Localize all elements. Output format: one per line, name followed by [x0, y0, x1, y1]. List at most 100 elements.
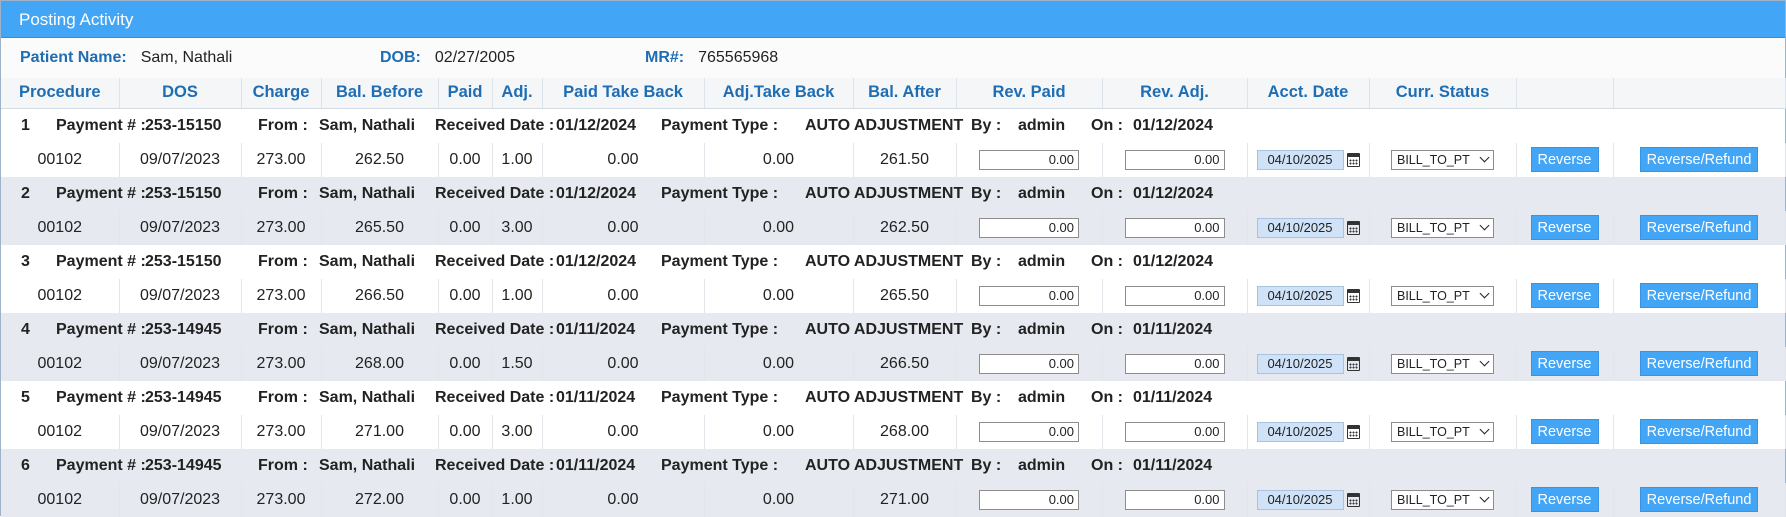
- status-select[interactable]: BILL_TO_PT: [1391, 217, 1494, 238]
- reverse-button[interactable]: Reverse: [1530, 351, 1599, 376]
- posting-table: Procedure DOS Charge Bal. Before Paid Ad…: [1, 78, 1786, 517]
- payment-type-value: AUTO ADJUSTMENT: [805, 456, 964, 474]
- calendar-icon[interactable]: [1346, 220, 1360, 235]
- payment-number: 253-15150: [145, 184, 222, 202]
- reverse-cell: Reverse: [1516, 414, 1614, 449]
- reverse-refund-button[interactable]: Reverse/Refund: [1640, 215, 1758, 240]
- status-select[interactable]: BILL_TO_PT: [1391, 285, 1494, 306]
- rev-paid-input[interactable]: [979, 489, 1079, 510]
- payment-type-value: AUTO ADJUSTMENT: [805, 388, 964, 406]
- acct-date-input[interactable]: [1256, 217, 1344, 238]
- reverse-refund-button[interactable]: Reverse/Refund: [1640, 351, 1758, 376]
- adj-take-back-cell: 0.00: [704, 414, 854, 449]
- acct-date-input[interactable]: [1256, 353, 1344, 374]
- from-value: Sam, Nathali: [319, 456, 416, 474]
- status-select[interactable]: BILL_TO_PT: [1391, 149, 1494, 170]
- reverse-button[interactable]: Reverse: [1530, 283, 1599, 308]
- reverse-button[interactable]: Reverse: [1530, 215, 1599, 240]
- received-date-label: Received Date :: [435, 320, 555, 338]
- dob-value: 02/27/2005: [434, 49, 515, 66]
- calendar-icon[interactable]: [1346, 492, 1360, 507]
- reverse-refund-button[interactable]: Reverse/Refund: [1640, 147, 1758, 172]
- mr-label: MR#:: [645, 49, 685, 66]
- payment-label: Payment # :: [56, 320, 146, 338]
- bal-before-cell: 272.00: [321, 482, 439, 517]
- acct-date-input[interactable]: [1256, 489, 1344, 510]
- paid-cell: 0.00: [438, 482, 493, 517]
- by-value: admin: [1018, 388, 1066, 406]
- received-date-value: 01/12/2024: [556, 116, 637, 134]
- col-procedure: Procedure: [1, 78, 120, 109]
- received-date-value: 01/11/2024: [556, 456, 636, 474]
- patient-name-label: Patient Name:: [20, 49, 127, 66]
- status-select[interactable]: BILL_TO_PT: [1391, 421, 1494, 442]
- received-date-value: 01/12/2024: [556, 184, 637, 202]
- rev-adj-input[interactable]: [1124, 217, 1225, 238]
- patient-info-bar: Patient Name: Sam, Nathali DOB: 02/27/20…: [1, 38, 1785, 78]
- rev-paid-cell: [956, 142, 1103, 177]
- status-cell: BILL_TO_PT: [1369, 210, 1517, 245]
- rev-adj-input[interactable]: [1124, 285, 1225, 306]
- dos-cell: 09/07/2023: [119, 346, 242, 381]
- reverse-cell: Reverse: [1516, 210, 1614, 245]
- chevron-down-icon: [1479, 492, 1490, 503]
- refund-cell: Reverse/Refund: [1613, 278, 1786, 313]
- rev-paid-input[interactable]: [979, 353, 1079, 374]
- reverse-button[interactable]: Reverse: [1530, 147, 1599, 172]
- payment-label: Payment # :: [56, 252, 146, 270]
- rev-adj-cell: [1102, 482, 1248, 517]
- rev-adj-input[interactable]: [1124, 489, 1225, 510]
- reverse-button[interactable]: Reverse: [1530, 419, 1599, 444]
- rev-paid-cell: [956, 482, 1103, 517]
- status-cell: BILL_TO_PT: [1369, 142, 1517, 177]
- rev-paid-input[interactable]: [979, 149, 1079, 170]
- payment-number: 253-15150: [145, 252, 222, 270]
- acct-date-input[interactable]: [1256, 421, 1344, 442]
- status-value: BILL_TO_PT: [1397, 220, 1470, 235]
- calendar-icon[interactable]: [1346, 356, 1360, 371]
- reverse-refund-button[interactable]: Reverse/Refund: [1640, 419, 1758, 444]
- payment-type-value: AUTO ADJUSTMENT: [805, 252, 964, 270]
- reverse-cell: Reverse: [1516, 346, 1614, 381]
- acct-date-cell: [1247, 142, 1370, 177]
- status-value: BILL_TO_PT: [1397, 152, 1470, 167]
- calendar-icon[interactable]: [1346, 288, 1360, 303]
- received-date-label: Received Date :: [435, 456, 555, 474]
- procedure-cell: 00102: [1, 142, 120, 177]
- status-cell: BILL_TO_PT: [1369, 414, 1517, 449]
- status-cell: BILL_TO_PT: [1369, 346, 1517, 381]
- status-select[interactable]: BILL_TO_PT: [1391, 489, 1494, 510]
- status-cell: BILL_TO_PT: [1369, 482, 1517, 517]
- calendar-icon[interactable]: [1346, 152, 1360, 167]
- calendar-icon[interactable]: [1346, 424, 1360, 439]
- acct-date-cell: [1247, 414, 1370, 449]
- reverse-button[interactable]: Reverse: [1530, 487, 1599, 512]
- payment-type-label: Payment Type :: [661, 252, 779, 270]
- status-cell: BILL_TO_PT: [1369, 278, 1517, 313]
- rev-adj-input[interactable]: [1124, 353, 1225, 374]
- dos-cell: 09/07/2023: [119, 210, 242, 245]
- rev-paid-input[interactable]: [979, 217, 1079, 238]
- payment-number: 253-14945: [145, 388, 222, 406]
- acct-date-input[interactable]: [1256, 285, 1344, 306]
- reverse-refund-button[interactable]: Reverse/Refund: [1640, 283, 1758, 308]
- reverse-refund-button[interactable]: Reverse/Refund: [1640, 487, 1758, 512]
- col-reverse: [1516, 78, 1614, 109]
- bal-after-cell: 265.50: [853, 278, 957, 313]
- bal-before-cell: 271.00: [321, 414, 439, 449]
- from-value: Sam, Nathali: [319, 252, 416, 270]
- rev-paid-input[interactable]: [979, 285, 1079, 306]
- charge-cell: 273.00: [241, 414, 322, 449]
- bal-after-cell: 261.50: [853, 142, 957, 177]
- by-label: By :: [971, 320, 1002, 338]
- status-select[interactable]: BILL_TO_PT: [1391, 353, 1494, 374]
- rev-paid-input[interactable]: [979, 421, 1079, 442]
- from-label: From :: [258, 456, 308, 474]
- rev-adj-input[interactable]: [1124, 149, 1225, 170]
- adj-cell: 3.00: [492, 414, 543, 449]
- rev-paid-cell: [956, 346, 1103, 381]
- rev-adj-input[interactable]: [1124, 421, 1225, 442]
- row-number: 4: [21, 320, 30, 338]
- acct-date-input[interactable]: [1256, 149, 1344, 170]
- payment-number: 253-14945: [145, 456, 222, 474]
